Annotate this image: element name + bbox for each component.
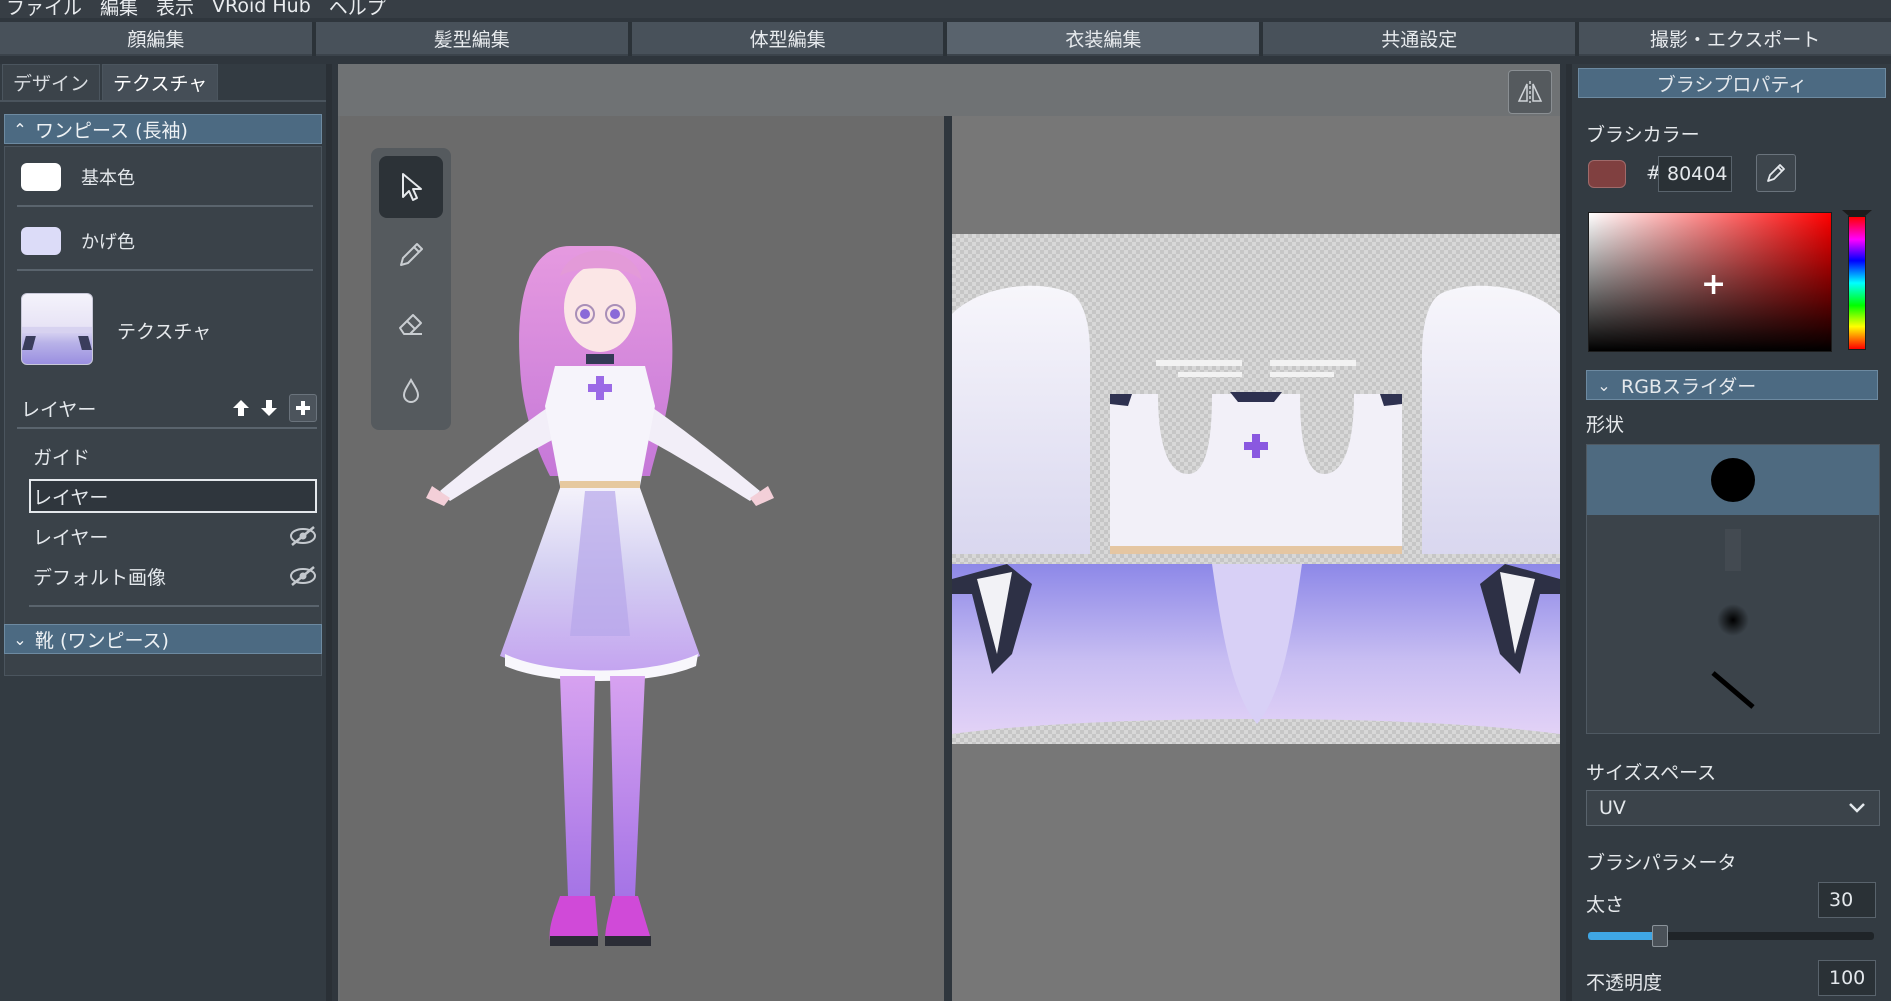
tab-outfit-edit[interactable]: 衣装編集 [947,22,1260,56]
brush-properties-title: ブラシプロパティ [1578,68,1886,98]
thickness-slider[interactable] [1588,925,1874,947]
layer-header: レイヤー [17,389,317,429]
sv-cursor: + [1701,267,1727,302]
viewport-toolbar [338,64,1560,116]
eye-off-icon[interactable] [287,523,319,549]
texture-thumbnail[interactable] [21,293,93,365]
brush-params-label: ブラシパラメータ [1586,852,1737,874]
tab-hair-edit[interactable]: 髪型編集 [315,22,628,56]
tab-body-edit[interactable]: 体型編集 [631,22,944,56]
thickness-input[interactable]: 30 [1818,882,1876,918]
plus-icon [296,401,310,415]
left-panel: デザイン テクスチャ ⌃ ワンピース (長袖) 基本色 かげ色 テクスチャ レイ… [0,64,332,1001]
editor-viewport [338,64,1560,1001]
tab-common-settings[interactable]: 共通設定 [1263,22,1576,56]
character-model [426,246,774,946]
cursor-icon [402,173,422,201]
texture-label: テクスチャ [117,321,212,343]
base-color-swatch[interactable] [21,163,61,191]
model-preview[interactable] [340,116,944,1001]
saturation-value-picker[interactable]: + [1588,212,1832,352]
texture-canvas [952,234,1560,744]
section-onepiece-header[interactable]: ⌃ ワンピース (長袖) [4,114,322,144]
hue-marker[interactable] [1842,210,1872,218]
layer-item-guide[interactable]: ガイド [33,439,321,473]
uv-texture-view[interactable] [952,116,1560,1001]
subtab-texture[interactable]: テクスチャ [102,64,219,100]
layer-add-button[interactable] [289,394,317,422]
brush-shape-list [1586,444,1880,734]
select-tool-button[interactable] [379,156,443,218]
eyedropper-button[interactable] [1756,154,1796,192]
brush-color-chip[interactable] [1588,160,1626,188]
base-color-row[interactable]: 基本色 [17,149,313,207]
layer-item-label: レイヤー [33,526,109,549]
layer-item-default-image[interactable]: デフォルト画像 [33,559,321,593]
arrow-down-icon [261,400,277,416]
rgb-slider-label: RGBスライダー [1621,375,1757,398]
layer-down-button[interactable] [255,394,283,422]
size-space-value: UV [1599,797,1626,819]
thickness-slider-fill [1588,932,1660,940]
menu-help[interactable]: ヘルプ [323,0,398,20]
hue-slider[interactable] [1848,216,1866,350]
menu-view[interactable]: 表示 [150,0,206,20]
layer-item-selected[interactable]: レイヤー [29,479,317,513]
tab-photo-export[interactable]: 撮影・エクスポート [1579,22,1891,56]
arrow-up-icon [233,400,249,416]
layer-item-label: デフォルト画像 [33,566,167,589]
menu-edit[interactable]: 編集 [94,0,150,20]
size-space-select[interactable]: UV [1586,790,1880,826]
thickness-label: 太さ [1586,894,1625,916]
rgb-slider-toggle[interactable]: ⌄ RGBスライダー [1586,370,1878,400]
base-color-label: 基本色 [81,168,135,189]
brush-shape-line[interactable] [1587,655,1879,725]
brush-shape-texture[interactable] [1587,515,1879,585]
shape-label: 形状 [1586,414,1625,436]
thickness-slider-knob[interactable] [1651,925,1668,947]
main-tab-bar: 顔編集 髪型編集 体型編集 衣装編集 共通設定 撮影・エクスポート [0,22,1891,56]
section-onepiece-body: 基本色 かげ色 テクスチャ レイヤー ガイド レイヤー レイヤー デフォルト画像 [4,146,322,676]
shade-color-label: かげ色 [81,232,135,253]
layer-header-label: レイヤー [21,398,97,421]
chevron-down-icon [1847,797,1867,822]
shade-color-swatch[interactable] [21,227,61,255]
chevron-down-icon: ⌄ [13,629,27,649]
section-shoes-header[interactable]: ⌄ 靴 (ワンピース) [4,624,322,654]
view-divider[interactable] [944,116,952,1001]
brush-properties-panel: ブラシプロパティ ブラシカラー # 80404 + ⌄ RGBスライダー 形状 … [1566,64,1891,1001]
brush-color-label: ブラシカラー [1586,124,1700,146]
menu-file[interactable]: ファイル [0,0,94,20]
opacity-input[interactable]: 100 [1818,960,1876,996]
brush-shape-round[interactable] [1587,445,1879,515]
divider [29,605,319,607]
menu-vroid-hub[interactable]: VRoid Hub [206,0,323,17]
mirror-icon [1517,81,1543,103]
layer-item-hidden[interactable]: レイヤー [33,519,321,553]
layer-item-label: レイヤー [33,486,109,509]
tab-face-edit[interactable]: 顔編集 [0,22,312,56]
mirror-button[interactable] [1508,70,1552,114]
chevron-down-icon: ⌄ [1597,375,1611,395]
section-shoes-title: 靴 (ワンピース) [35,629,169,652]
subtab-design[interactable]: デザイン [2,64,101,100]
layer-item-label: ガイド [33,446,91,469]
opacity-label: 不透明度 [1586,972,1663,994]
eye-off-icon[interactable] [287,563,319,589]
layer-up-button[interactable] [227,394,255,422]
hex-color-input[interactable]: 80404 [1658,156,1732,192]
chevron-up-icon: ⌃ [13,119,27,139]
menu-bar: ファイル 編集 表示 VRoid Hub ヘルプ [0,0,1891,20]
eyedropper-icon [1767,164,1785,182]
brush-shape-soft[interactable] [1587,585,1879,655]
size-space-label: サイズスペース [1586,762,1717,784]
subtab-bar: デザイン テクスチャ [0,64,326,102]
shade-color-row[interactable]: かげ色 [17,213,313,271]
section-onepiece-title: ワンピース (長袖) [35,119,188,142]
